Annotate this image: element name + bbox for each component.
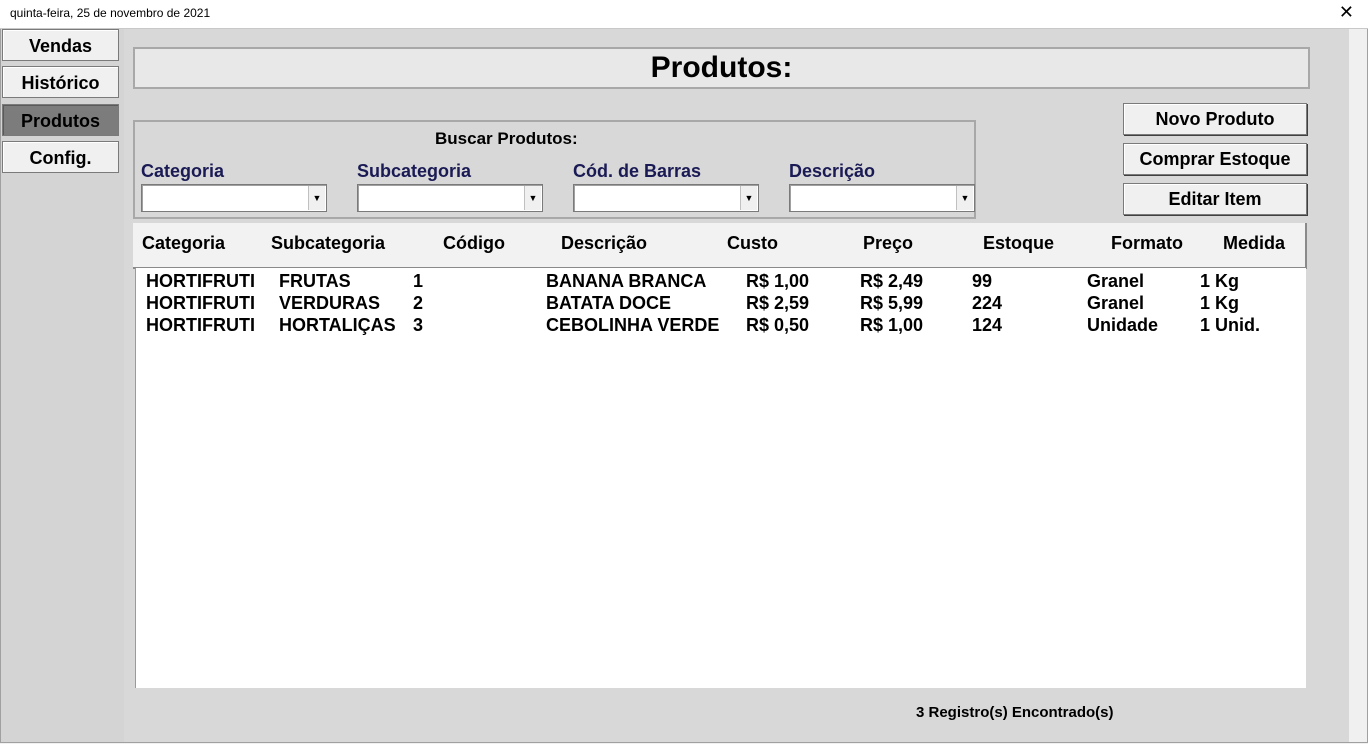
nav-vendas-button[interactable]: Vendas (2, 29, 119, 61)
products-table: HORTIFRUTI FRUTAS 1 BANANA BRANCA R$ 1,0… (135, 268, 1306, 688)
close-icon[interactable]: ✕ (1339, 2, 1354, 22)
search-group: Buscar Produtos: Categoria ▼ Subcategori… (133, 120, 976, 219)
cell-preco: R$ 1,00 (860, 315, 924, 335)
cell-formato: Granel (1087, 271, 1145, 291)
right-edge (1349, 29, 1367, 742)
cell-formato: Unidade (1087, 315, 1159, 335)
main-content: Produtos: Buscar Produtos: Categoria ▼ S… (124, 29, 1349, 742)
cell-codigo: 2 (413, 293, 424, 313)
column-header-subcategoria[interactable]: Subcategoria (271, 233, 385, 254)
records-count: 3 Registro(s) Encontrado(s) (916, 704, 1114, 721)
table-row[interactable]: HORTIFRUTI VERDURAS 2 BATATA DOCE R$ 2,5… (136, 292, 1306, 314)
table-row[interactable]: HORTIFRUTI FRUTAS 1 BANANA BRANCA R$ 1,0… (136, 270, 1306, 292)
subcategory-label: Subcategoria (357, 161, 472, 181)
cell-medida: 1 Unid. (1200, 315, 1261, 335)
table-row[interactable]: HORTIFRUTI HORTALIÇAS 3 CEBOLINHA VERDE … (136, 314, 1306, 336)
category-label: Categoria (141, 161, 225, 181)
cell-preco: R$ 5,99 (860, 293, 924, 313)
sidebar: Vendas Histórico Produtos Config. (1, 29, 124, 742)
cell-descricao: CEBOLINHA VERDE (546, 315, 720, 335)
cell-categoria: HORTIFRUTI (146, 271, 255, 291)
column-header-codigo[interactable]: Código (443, 233, 505, 254)
column-header-categoria[interactable]: Categoria (142, 233, 225, 254)
chevron-down-icon[interactable]: ▼ (956, 186, 973, 210)
nav-historico-button[interactable]: Histórico (2, 66, 119, 98)
search-title: Buscar Produtos: (435, 129, 578, 148)
nav-produtos-button[interactable]: Produtos (2, 104, 119, 136)
nav-config-button[interactable]: Config. (2, 141, 119, 173)
cell-descricao: BANANA BRANCA (546, 271, 707, 291)
column-header-preco[interactable]: Preço (863, 233, 913, 254)
chevron-down-icon[interactable]: ▼ (740, 186, 757, 210)
category-select[interactable]: ▼ (141, 184, 327, 212)
buy-stock-button[interactable]: Comprar Estoque (1123, 143, 1307, 175)
page-title: Produtos: (133, 47, 1310, 89)
cell-subcategoria: FRUTAS (279, 271, 351, 291)
cell-preco: R$ 2,49 (860, 271, 924, 291)
cell-estoque: 99 (972, 271, 993, 291)
column-header-custo[interactable]: Custo (727, 233, 778, 254)
barcode-label: Cód. de Barras (573, 161, 702, 181)
cell-descricao: BATATA DOCE (546, 293, 671, 313)
column-header-formato[interactable]: Formato (1111, 233, 1183, 254)
app-window: Vendas Histórico Produtos Config. Produt… (0, 29, 1368, 743)
column-header-descricao[interactable]: Descrição (561, 233, 647, 254)
new-product-button[interactable]: Novo Produto (1123, 103, 1307, 135)
cell-codigo: 1 (413, 271, 424, 291)
column-header-medida[interactable]: Medida (1223, 233, 1285, 254)
edit-item-button[interactable]: Editar Item (1123, 183, 1307, 215)
title-bar: quinta-feira, 25 de novembro de 2021 ✕ (0, 0, 1368, 29)
subcategory-select[interactable]: ▼ (357, 184, 543, 212)
chevron-down-icon[interactable]: ▼ (308, 186, 325, 210)
cell-medida: 1 Kg (1200, 293, 1240, 313)
cell-subcategoria: VERDURAS (279, 293, 381, 313)
cell-custo: R$ 2,59 (746, 293, 810, 313)
description-label: Descrição (789, 161, 876, 181)
cell-custo: R$ 0,50 (746, 315, 810, 335)
cell-categoria: HORTIFRUTI (146, 293, 255, 313)
window-title: quinta-feira, 25 de novembro de 2021 (10, 6, 211, 20)
cell-formato: Granel (1087, 293, 1145, 313)
cell-codigo: 3 (413, 315, 424, 335)
table-header: Categoria Subcategoria Código Descrição … (133, 223, 1307, 269)
cell-estoque: 124 (972, 315, 1003, 335)
cell-estoque: 224 (972, 293, 1003, 313)
column-header-estoque[interactable]: Estoque (983, 233, 1054, 254)
cell-subcategoria: HORTALIÇAS (279, 315, 396, 335)
barcode-select[interactable]: ▼ (573, 184, 759, 212)
chevron-down-icon[interactable]: ▼ (524, 186, 541, 210)
cell-custo: R$ 1,00 (746, 271, 810, 291)
cell-medida: 1 Kg (1200, 271, 1240, 291)
description-select[interactable]: ▼ (789, 184, 975, 212)
cell-categoria: HORTIFRUTI (146, 315, 255, 335)
